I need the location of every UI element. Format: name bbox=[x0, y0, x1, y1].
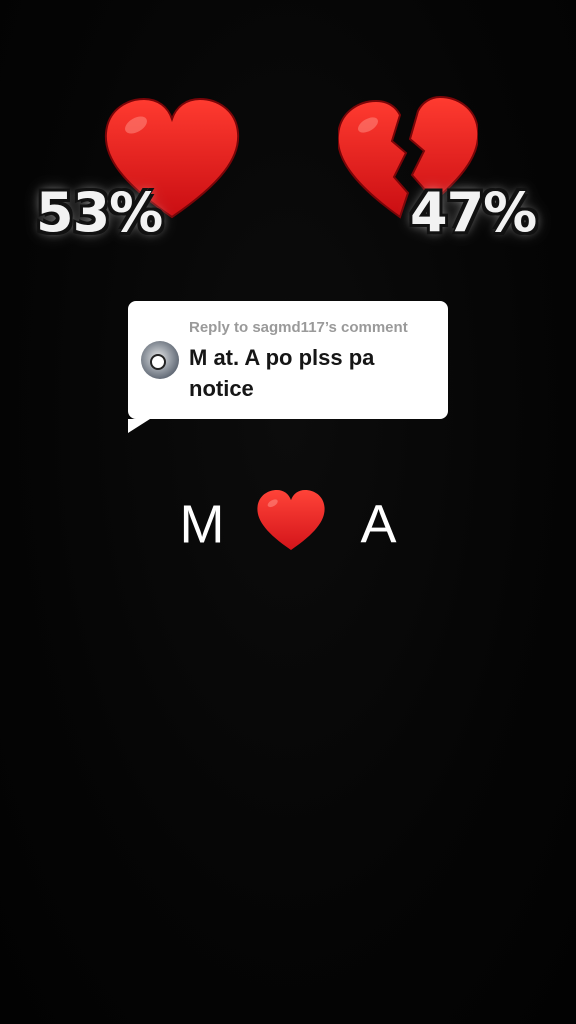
love-stat: 53% bbox=[32, 95, 240, 255]
video-screen: 53% 47% Reply to sagmd117’s comment M at… bbox=[0, 0, 576, 1024]
love-percent: 53% bbox=[36, 181, 163, 244]
reply-card-tail bbox=[128, 419, 150, 433]
reply-comment-card[interactable]: Reply to sagmd117’s comment M at. A po p… bbox=[128, 301, 448, 419]
avatar-image bbox=[150, 354, 166, 370]
reply-to-label: Reply to sagmd117’s comment bbox=[189, 319, 408, 336]
heartbreak-stat: 47% bbox=[338, 95, 540, 255]
reply-comment-text: M at. A po plss pa notice bbox=[189, 345, 375, 401]
caption-right-letter: A bbox=[360, 494, 397, 555]
caption: M A bbox=[0, 486, 576, 560]
caption-left-letter: M bbox=[179, 494, 225, 555]
red-heart-icon bbox=[257, 489, 326, 550]
avatar[interactable] bbox=[141, 341, 179, 379]
heartbreak-percent: 47% bbox=[410, 181, 537, 244]
